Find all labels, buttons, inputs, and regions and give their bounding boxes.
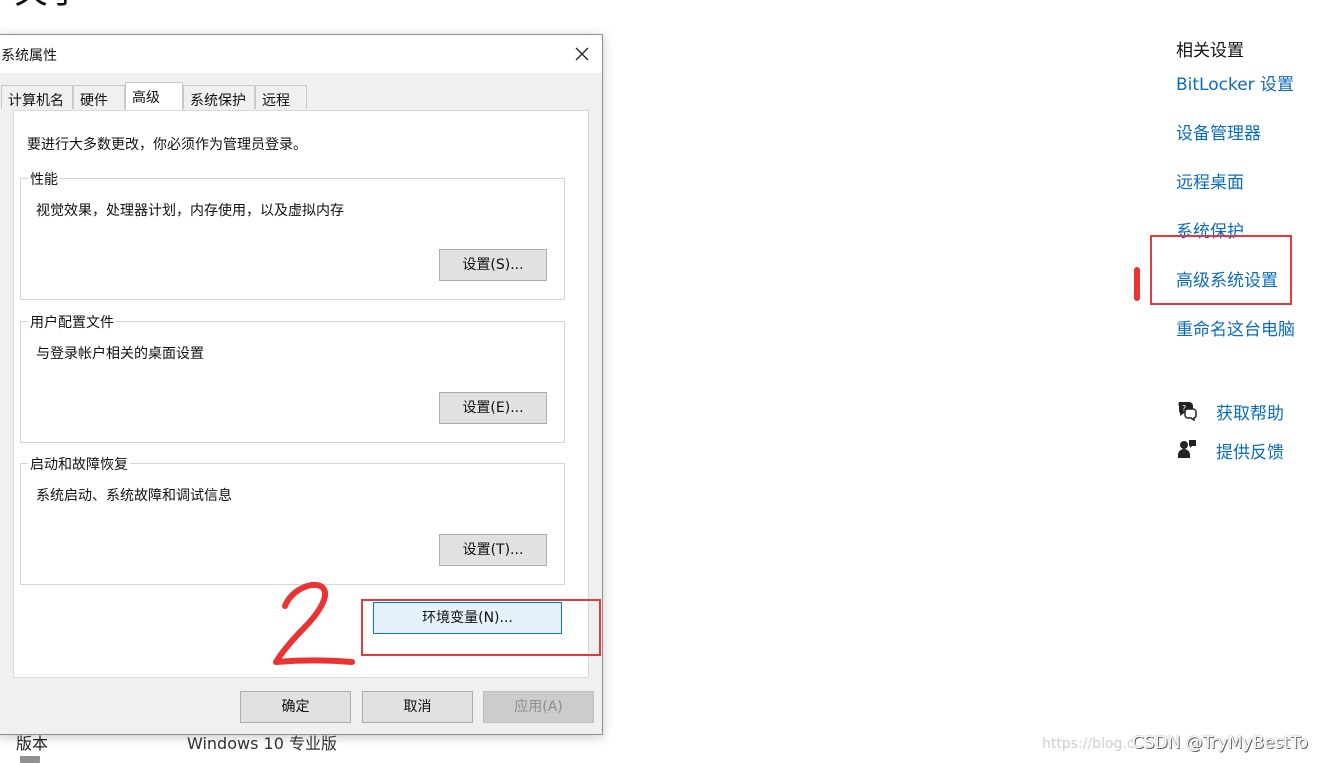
truncated-text-fragment <box>20 756 40 763</box>
dialog-title: 系统属性 <box>1 48 57 64</box>
tab-advanced[interactable]: 高级 <box>125 82 183 111</box>
startup-recovery-legend: 启动和故障恢复 <box>28 454 130 474</box>
performance-group: 性能 视觉效果，处理器计划，内存使用，以及虚拟内存 设置(S)... <box>20 169 565 300</box>
apply-button[interactable]: 应用(A) <box>483 691 594 723</box>
annotation-box-advanced-settings <box>1150 235 1292 305</box>
feedback-person-icon <box>1178 440 1196 458</box>
tab-computer-name[interactable]: 计算机名 <box>1 85 73 109</box>
rename-pc-link[interactable]: 重命名这台电脑 <box>1176 315 1295 340</box>
performance-legend: 性能 <box>28 169 60 189</box>
cancel-button[interactable]: 取消 <box>362 691 473 723</box>
related-settings-panel: 相关设置 BitLocker 设置 设备管理器 远程桌面 系统保护 高级系统设置… <box>1176 36 1295 463</box>
ok-button[interactable]: 确定 <box>240 691 351 723</box>
tab-system-protection[interactable]: 系统保护 <box>183 85 255 109</box>
annotation-step-2-mark <box>273 581 355 665</box>
svg-text:?: ? <box>1182 404 1186 413</box>
dialog-titlebar[interactable]: 系统属性 <box>0 35 602 73</box>
startup-recovery-group: 启动和故障恢复 系统启动、系统故障和调试信息 设置(T)... <box>20 454 565 585</box>
tab-remote[interactable]: 远程 <box>255 85 307 109</box>
admin-note: 要进行大多数更改，你必须作为管理员登录。 <box>27 137 307 153</box>
device-manager-link[interactable]: 设备管理器 <box>1176 119 1261 144</box>
related-settings-title: 相关设置 <box>1176 41 1244 61</box>
tab-hardware[interactable]: 硬件 <box>73 85 125 109</box>
watermark: CSDN @TryMyBestTo <box>1131 733 1308 753</box>
close-icon[interactable] <box>567 39 597 69</box>
watermark-url: https://blog.c <box>1042 736 1135 752</box>
user-profiles-description: 与登录帐户相关的桌面设置 <box>36 346 204 362</box>
user-profiles-settings-button[interactable]: 设置(E)... <box>439 392 547 424</box>
performance-settings-button[interactable]: 设置(S)... <box>439 249 547 281</box>
user-profiles-group: 用户配置文件 与登录帐户相关的桌面设置 设置(E)... <box>20 312 565 443</box>
startup-recovery-description: 系统启动、系统故障和调试信息 <box>36 488 232 504</box>
chat-help-icon: ? <box>1178 402 1197 421</box>
annotation-step-1-mark <box>1134 267 1140 301</box>
get-help-text: 获取帮助 <box>1216 404 1284 424</box>
user-profiles-legend: 用户配置文件 <box>28 312 116 332</box>
startup-recovery-settings-button[interactable]: 设置(T)... <box>439 534 547 566</box>
annotation-box-env-variables <box>361 599 601 656</box>
remote-desktop-link[interactable]: 远程桌面 <box>1176 168 1244 193</box>
system-about-page: 关于 版本 Windows 10 专业版 相关设置 BitLocker 设置 设… <box>0 0 1322 763</box>
bitlocker-settings-link[interactable]: BitLocker 设置 <box>1176 70 1294 95</box>
page-heading: 关于 <box>14 0 82 12</box>
performance-description: 视觉效果，处理器计划，内存使用，以及虚拟内存 <box>36 203 344 219</box>
give-feedback-text: 提供反馈 <box>1216 443 1284 463</box>
